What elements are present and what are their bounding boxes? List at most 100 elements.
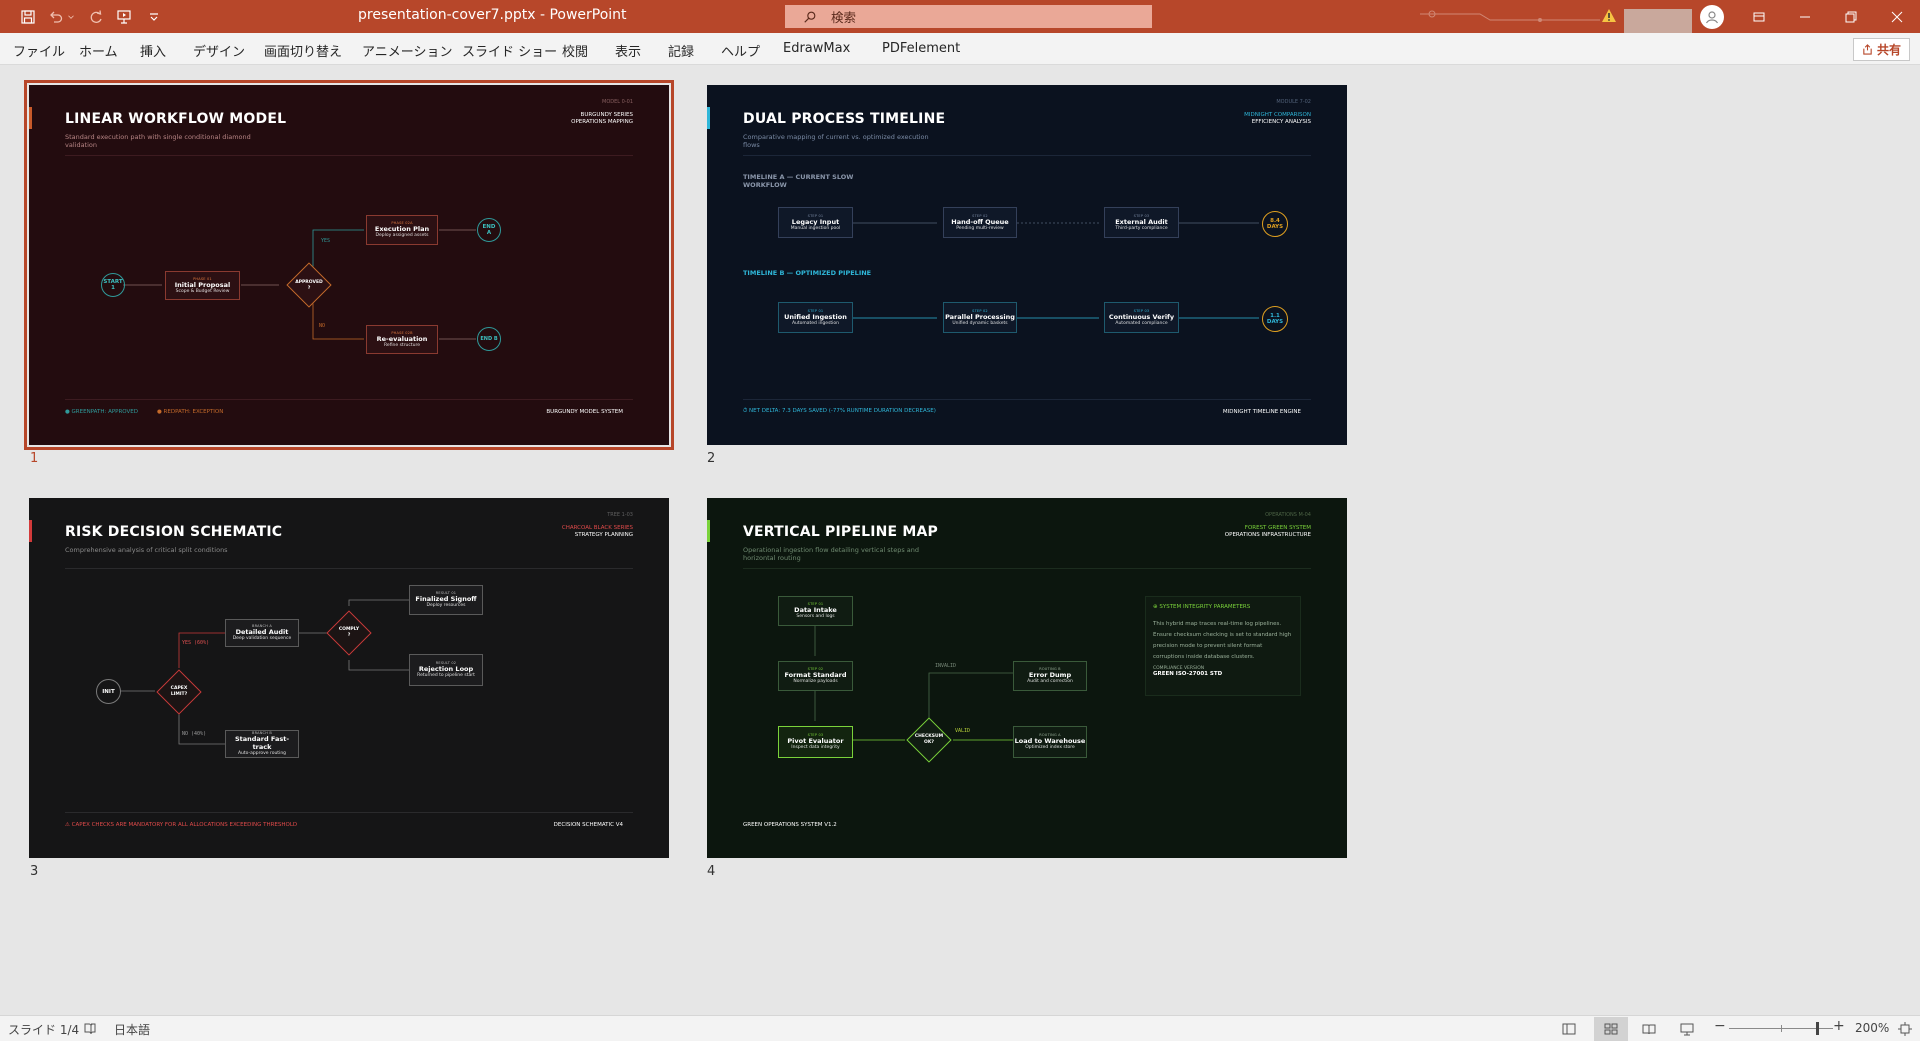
zoom-slider-thumb[interactable]	[1816, 1022, 1820, 1035]
yes-label: YES (60%)	[182, 640, 210, 646]
fit-to-window-icon[interactable]	[1898, 1022, 1912, 1036]
tab-design[interactable]: デザイン	[193, 41, 245, 60]
end-node: END B	[477, 327, 501, 351]
reading-view-icon[interactable]	[1642, 1022, 1656, 1036]
save-icon[interactable]	[18, 7, 38, 27]
node-desc: Third-party compliance	[1115, 225, 1168, 231]
node-title: Parallel Processing	[945, 312, 1015, 321]
footer-system: MIDNIGHT TIMELINE ENGINE	[1222, 409, 1301, 415]
panel-title: ⊕ SYSTEM INTEGRITY PARAMETERS	[1153, 604, 1251, 610]
process-node: PHASE 01 Initial Proposal Scope & Budget…	[165, 271, 240, 300]
slide-thumbnail-1[interactable]: LINEAR WORKFLOW MODEL Standard execution…	[24, 80, 674, 450]
node-desc: Automated ingestion	[791, 320, 840, 326]
tab-view[interactable]: 表示	[615, 41, 641, 60]
branch-node: BRANCH B Standard Fast-track Auto-approv…	[225, 730, 299, 758]
avatar[interactable]	[1700, 5, 1724, 29]
undo-dropdown-icon[interactable]	[66, 7, 76, 27]
node-desc: Automated compliance	[1115, 320, 1168, 326]
restore-icon[interactable]	[1828, 0, 1874, 33]
timeline-connectors	[853, 222, 1259, 319]
slide-sorter-view-icon[interactable]	[1604, 1022, 1618, 1036]
slide-4: VERTICAL PIPELINE MAP Operational ingest…	[707, 498, 1347, 858]
zoom-level[interactable]: 200%	[1855, 1021, 1889, 1035]
node-desc: Deep validation sequence	[232, 636, 292, 642]
status-bar: スライド 1/4 日本語 − + 200%	[0, 1015, 1920, 1041]
slide-thumbnail-2[interactable]: DUAL PROCESS TIMELINE Comparative mappin…	[707, 85, 1347, 445]
title-bar: presentation-cover7.pptx - PowerPoint 検索	[0, 0, 1920, 35]
node-desc: Returned to pipeline start	[417, 673, 475, 679]
window-title: presentation-cover7.pptx - PowerPoint	[358, 7, 627, 23]
tab-help[interactable]: ヘルプ	[721, 41, 760, 60]
no-label: NO (40%)	[182, 731, 207, 737]
yes-label: YES	[321, 238, 331, 244]
tab-edrawmax[interactable]: EdrawMax	[783, 41, 850, 56]
tab-record[interactable]: 記録	[668, 41, 694, 60]
decision-label: CAPEX LIMIT?	[170, 686, 188, 697]
decision-label: APPROVED ?	[295, 280, 323, 291]
node-title: Standard Fast-track	[234, 735, 290, 752]
timeline-step: STEP 02 Hand-off Queue Pending multi-rev…	[943, 207, 1017, 238]
end-node: END A	[477, 218, 501, 242]
process-node: PHASE 02B Re-evaluation Refine structure	[366, 325, 438, 354]
timeline-step: STEP 01 Legacy Input Manual ingestion po…	[778, 207, 853, 238]
account-name-redacted[interactable]	[1624, 9, 1692, 35]
slide-number: 4	[707, 864, 716, 879]
normal-view-icon[interactable]	[1562, 1022, 1576, 1036]
node-desc: Auto-approve routing	[237, 751, 287, 757]
tab-pdfelement[interactable]: PDFelement	[882, 41, 960, 56]
search-icon	[804, 11, 816, 23]
start-slideshow-icon[interactable]	[114, 7, 134, 27]
pipeline-step-active: STEP 03 Pivot Evaluator Inspect data int…	[778, 726, 853, 758]
slide-3: RISK DECISION SCHEMATIC Comprehensive an…	[29, 498, 669, 858]
slide-number: 1	[30, 451, 39, 466]
tab-insert[interactable]: 挿入	[140, 41, 166, 60]
footer-system: GREEN OPERATIONS SYSTEM V1.2	[743, 822, 837, 828]
search-placeholder: 検索	[831, 10, 857, 25]
warning-icon[interactable]	[1601, 8, 1617, 24]
redo-icon[interactable]	[86, 7, 106, 27]
zoom-in-button[interactable]: +	[1833, 1018, 1845, 1034]
footer-system: DECISION SCHEMATIC V4	[553, 822, 623, 828]
decision-label: CHECKSUM OK?	[914, 734, 944, 745]
warning-note: ⚠ CAPEX CHECKS ARE MANDATORY FOR ALL ALL…	[65, 822, 298, 828]
init-node: INIT	[96, 679, 121, 704]
undo-icon[interactable]	[46, 7, 66, 27]
minimize-icon[interactable]	[1782, 0, 1828, 33]
panel-value: GREEN ISO-27001 STD	[1153, 671, 1223, 677]
node-title: Legacy Input	[791, 217, 840, 226]
duration-badge: 8.4 DAYS	[1262, 211, 1288, 237]
node-desc: Normalize payloads	[793, 679, 838, 685]
tab-transitions[interactable]: 画面切り替え	[264, 41, 342, 60]
customize-qat-icon[interactable]	[144, 7, 164, 27]
pipeline-step: STEP 02 Format Standard Normalize payloa…	[778, 661, 853, 691]
slideshow-view-icon[interactable]	[1680, 1022, 1694, 1036]
legend-red: ● REDPATH: EXCEPTION	[157, 409, 224, 415]
tab-home[interactable]: ホーム	[79, 41, 118, 60]
zoom-out-button[interactable]: −	[1714, 1018, 1726, 1034]
language-indicator[interactable]: 日本語	[114, 1021, 150, 1038]
search-input[interactable]: 検索	[785, 5, 1152, 28]
node-desc: Sensors and logs	[796, 614, 835, 620]
slide-thumbnail-4[interactable]: VERTICAL PIPELINE MAP Operational ingest…	[707, 498, 1347, 858]
legend-green: ● GREENPATH: APPROVED	[65, 409, 139, 415]
branch-node: BRANCH A Detailed Audit Deep validation …	[225, 619, 299, 647]
timeline-step: STEP 02 Parallel Processing Unified dyna…	[943, 302, 1017, 333]
panel-body: This hybrid map traces real-time log pip…	[1153, 621, 1292, 660]
slide-sorter: LINEAR WORKFLOW MODEL Standard execution…	[0, 66, 1920, 1015]
footer-system: BURGUNDY MODEL SYSTEM	[546, 409, 623, 415]
tab-review[interactable]: 校閲	[562, 41, 588, 60]
tab-slideshow[interactable]: スライド ショー	[462, 41, 557, 60]
ribbon-display-options-icon[interactable]	[1736, 0, 1782, 33]
spell-check-icon[interactable]	[83, 1022, 97, 1036]
zoom-slider-center-mark	[1781, 1025, 1782, 1032]
share-button[interactable]: 共有	[1852, 38, 1910, 61]
node-desc: Pending multi-review	[956, 225, 1004, 231]
tab-animations[interactable]: アニメーション	[362, 41, 452, 60]
slide-thumbnail-3[interactable]: RISK DECISION SCHEMATIC Comprehensive an…	[29, 498, 669, 858]
close-icon[interactable]	[1874, 0, 1920, 33]
tab-file[interactable]: ファイル	[13, 41, 65, 60]
node-desc: Inspect data integrity	[791, 745, 840, 751]
timeline-step: STEP 03 External Audit Third-party compl…	[1104, 207, 1179, 238]
share-label: 共有	[1876, 43, 1901, 57]
process-node: PHASE 02A Execution Plan Deploy assigned…	[366, 215, 438, 245]
